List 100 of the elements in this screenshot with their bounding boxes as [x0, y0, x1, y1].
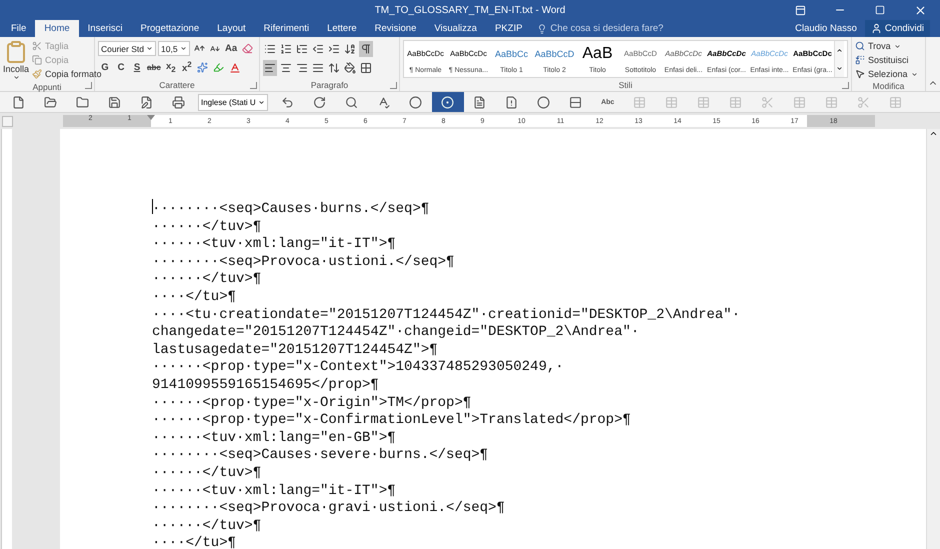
paste-button[interactable]: Incolla [3, 40, 30, 81]
format-painter-button[interactable]: Copia formato [32, 68, 102, 80]
find-button[interactable]: Trova [855, 40, 918, 52]
eraser-icon [242, 43, 253, 54]
ribbon-tab[interactable]: Home [35, 20, 79, 37]
scissors-icon [761, 96, 774, 108]
window-title: TM_TO_GLOSSARY_TM_EN-IT.txt - Word [374, 4, 566, 16]
caret-icon [146, 45, 153, 52]
numbering-icon [280, 42, 292, 54]
subscript-button[interactable]: x$_{2}$ [164, 60, 178, 76]
group-label: Carattere [158, 79, 196, 91]
replace-icon [855, 55, 865, 65]
circle-button[interactable] [432, 92, 464, 112]
font-name-field[interactable]: Courier Std [98, 41, 156, 56]
line-spacing-icon [328, 62, 340, 74]
grow-font-icon [194, 43, 204, 54]
ribbon-tab[interactable]: Riferimenti [254, 20, 318, 37]
circle-dot-icon [441, 96, 454, 108]
circle-icon [409, 96, 422, 108]
ribbon-tab[interactable]: Revisione [366, 20, 426, 37]
align-left-button[interactable] [263, 60, 277, 76]
document-icon [473, 96, 486, 108]
circle-icon [537, 96, 550, 108]
table-icon [633, 96, 646, 108]
search-icon [345, 96, 358, 108]
scissors-icon [857, 96, 870, 108]
justify-icon [312, 62, 324, 74]
ribbon-tab[interactable]: Progettazione [132, 20, 208, 37]
share-button[interactable]: Condividi [864, 20, 930, 37]
shrink-font-icon [210, 44, 220, 54]
strikethrough-button[interactable]: abc [146, 60, 162, 76]
scroll-up-icon [836, 46, 843, 54]
ribbon-tab[interactable]: File [2, 20, 36, 37]
ribbon-display-icon [794, 4, 806, 16]
increase-indent-icon [328, 42, 340, 54]
ribbon-tab[interactable]: Visualizza [425, 20, 486, 37]
group-label: Stili [618, 79, 634, 91]
copy-icon [32, 55, 42, 65]
document-line: ········<seq>Causes·severe·burns.</seq>¶ [152, 447, 490, 465]
pilcrow-icon [360, 42, 372, 54]
pointer-icon [855, 69, 865, 79]
table-icon [889, 96, 902, 108]
document-line: ········<seq>Provoca·ustioni.</seq>¶ [152, 254, 456, 272]
tell-me-field[interactable]: Che cosa si desidera fare? [537, 20, 664, 37]
scrollbar[interactable] [926, 129, 940, 549]
document-warning-icon [505, 96, 518, 108]
spellcheck-icon [377, 96, 390, 108]
align-right-icon [296, 62, 308, 74]
document-line: ······<tuv·xml:lang="it-IT">¶ [152, 236, 397, 254]
italic-button[interactable]: C [114, 60, 128, 76]
ribbon-tab[interactable]: PKZIP [486, 20, 532, 37]
ribbon-tab[interactable]: Lettere [318, 20, 366, 37]
font-color-icon [228, 62, 241, 74]
tell-me-placeholder: Che cosa si desidera fare? [550, 23, 664, 34]
font-size-field[interactable]: 10,5 [158, 41, 190, 56]
multilevel-list-icon [296, 42, 308, 54]
ribbon-tab[interactable]: Inserisci [78, 20, 132, 37]
text-cursor [152, 199, 153, 214]
language-dropdown[interactable]: Inglese (Stati U [198, 94, 268, 110]
document-line: ······<prop·type="x-ConfirmationLevel">Translated</prop>¶ [152, 412, 632, 430]
align-center-icon [280, 62, 292, 74]
document-line: ······</tuv>¶ [152, 218, 262, 236]
document-line: changedate="20151207T124454Z"·changeid="DESKTOP_2\Andrea"· [152, 324, 640, 342]
highlighter-icon [213, 62, 224, 73]
maximize-icon [875, 5, 885, 15]
replace-button[interactable]: Sostituisci [855, 54, 918, 66]
dialog-launcher-icon[interactable] [250, 82, 257, 89]
scissors-icon [32, 41, 42, 51]
change-case-button[interactable]: Aa [224, 40, 238, 56]
document-line: ······<prop·type="x-Context">104337485293050249,· [152, 359, 565, 377]
select-button[interactable]: Seleziona [855, 68, 918, 80]
caret-icon [12, 74, 20, 81]
table-icon [793, 96, 806, 108]
text-effects-button[interactable] [196, 60, 210, 76]
ribbon-tab[interactable]: Layout [208, 20, 255, 37]
document-line: ······<prop·type="x-Origin">TM</prop>¶ [152, 394, 472, 412]
indent-marker[interactable] [147, 115, 155, 120]
superscript-button[interactable]: x$^{2}$ [180, 60, 194, 76]
dialog-launcher-icon[interactable] [842, 82, 849, 89]
document-line: ······<tuv·xml:lang="en-GB">¶ [152, 430, 397, 448]
document-line: ····</tu>¶ [152, 535, 238, 549]
caret-icon [258, 98, 265, 106]
group-label: Appunti [32, 81, 62, 93]
shading-button[interactable] [343, 60, 357, 76]
close-icon [914, 4, 926, 16]
table-icon [697, 96, 710, 108]
document-line: 9141099559165154695</prop>¶ [152, 376, 380, 395]
borders-icon [360, 62, 372, 74]
folder-icon [76, 96, 88, 108]
dialog-launcher-icon[interactable] [85, 82, 92, 89]
group-label: Paragrafo [310, 79, 350, 91]
pilcrow-button[interactable] [359, 40, 373, 56]
align-left-icon [264, 62, 276, 74]
table-icon [665, 96, 678, 108]
document-line: ······</tuv>¶ [152, 271, 262, 289]
save-icon [108, 96, 120, 108]
undo-icon [281, 96, 294, 108]
sort-icon [344, 42, 356, 54]
underline-button[interactable]: S [130, 60, 144, 76]
dialog-launcher-icon[interactable] [390, 82, 397, 89]
